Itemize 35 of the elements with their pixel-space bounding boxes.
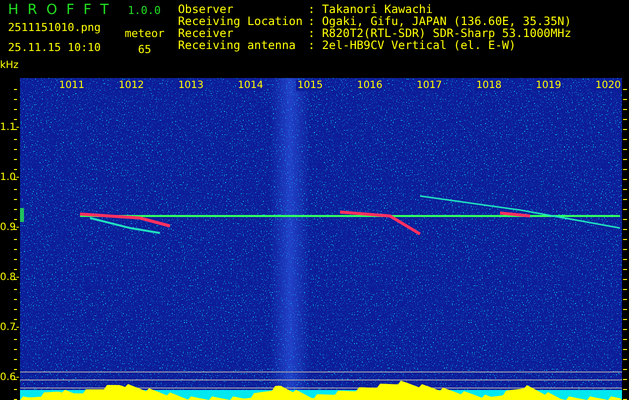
time-label: 1012 (118, 80, 146, 91)
info-label: Receiver (178, 27, 234, 39)
info-value: Takanori Kawachi (322, 3, 433, 15)
info-value: 2el-HB9CV Vertical (el. E-W) (322, 39, 516, 51)
info-label: Receiving antenna (178, 39, 297, 51)
app-title: HROFFT (8, 2, 118, 18)
time-label: 1013 (177, 80, 205, 91)
file-name: 2511151010.png (8, 21, 101, 35)
meteor-count: 65 (138, 43, 152, 57)
time-label: 1014 (236, 80, 264, 91)
time-label: 1015 (296, 80, 324, 91)
info-label: Observer (178, 3, 234, 15)
time-label: 1011 (58, 80, 86, 91)
time-label: 1016 (356, 80, 384, 91)
axis-label: 1.1- (0, 122, 20, 134)
info-separator: : (308, 27, 316, 39)
axis-label: 0.8- (0, 272, 20, 284)
info-separator: : (308, 15, 316, 27)
info-separator: : (308, 39, 316, 51)
axis-label: 1.0- (0, 172, 20, 184)
time-label: 1020 (594, 80, 622, 91)
date-time: 25.11.15 10:10 (8, 41, 101, 55)
info-label: Receiving Location (178, 15, 304, 27)
time-label: 1017 (416, 80, 444, 91)
axis-unit: kHz (0, 60, 19, 71)
info-separator: : (308, 3, 316, 15)
time-label: 1019 (534, 80, 562, 91)
axis-label: 0.6- (0, 372, 20, 384)
axis-label: 0.9- (0, 222, 20, 234)
info-value: R820T2(RTL-SDR) SDR-Sharp 53.1000MHz (322, 27, 572, 39)
axis-label: 0.7- (0, 322, 20, 334)
info-value: Ogaki, Gifu, JAPAN (136.60E, 35.35N) (322, 15, 572, 27)
app-version: 1.0.0 (128, 4, 161, 17)
time-label: 1018 (475, 80, 503, 91)
mode-label: meteor (124, 27, 164, 41)
